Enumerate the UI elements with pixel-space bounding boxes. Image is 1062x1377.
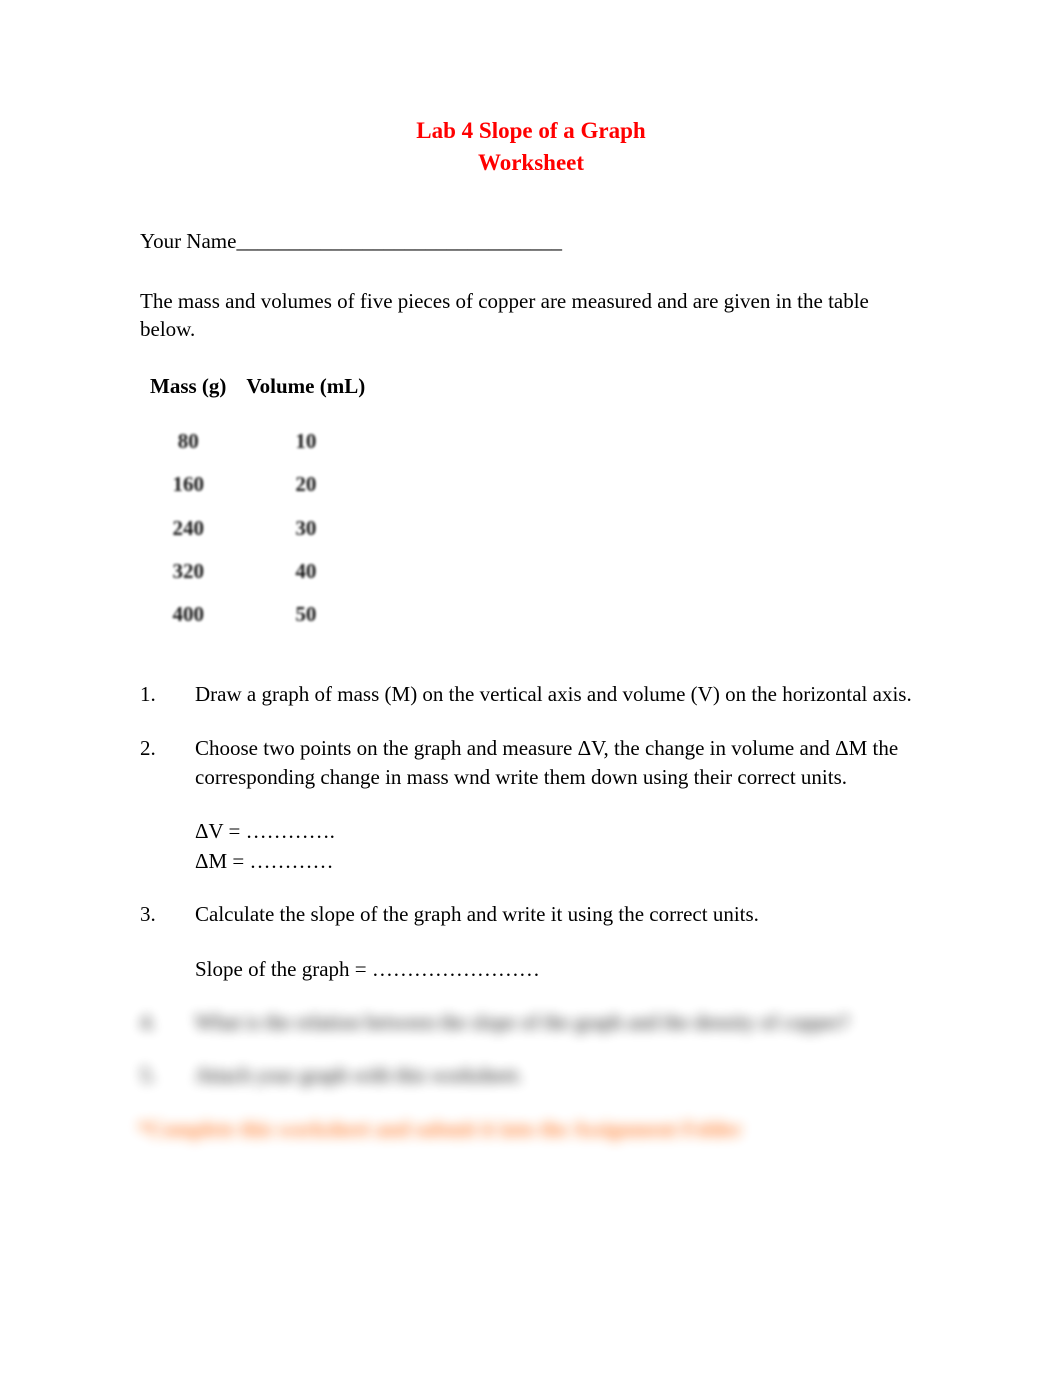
- questions-list: 1. Draw a graph of mass (M) on the verti…: [140, 680, 922, 1144]
- question-text: Calculate the slope of the graph and wri…: [195, 900, 922, 929]
- intro-paragraph: The mass and volumes of five pieces of c…: [140, 287, 922, 344]
- cell-mass: 320: [140, 550, 236, 593]
- header-volume: Volume (mL): [236, 368, 375, 419]
- cell-volume: 20: [236, 463, 375, 506]
- cell-volume: 40: [236, 550, 375, 593]
- table-header-row: Mass (g) Volume (mL): [140, 368, 375, 419]
- title-line-2: Worksheet: [140, 147, 922, 179]
- name-blank[interactable]: _______________________________: [236, 229, 562, 253]
- cell-volume: 50: [236, 593, 375, 636]
- blurred-content: 4. What is the relation between the slop…: [140, 1008, 922, 1144]
- document-title: Lab 4 Slope of a Graph Worksheet: [140, 115, 922, 179]
- question-2: 2. Choose two points on the graph and me…: [140, 734, 922, 877]
- cell-mass: 160: [140, 463, 236, 506]
- question-3: 3. Calculate the slope of the graph and …: [140, 900, 922, 984]
- question-5: 5. Attach your graph with this worksheet…: [140, 1061, 922, 1090]
- question-body: Attach your graph with this worksheet.: [195, 1061, 922, 1090]
- question-number: 5.: [140, 1061, 195, 1090]
- cell-volume: 30: [236, 507, 375, 550]
- question-body: Draw a graph of mass (M) on the vertical…: [195, 680, 922, 709]
- question-1: 1. Draw a graph of mass (M) on the verti…: [140, 680, 922, 709]
- delta-m-line[interactable]: ΔM = …………: [195, 847, 922, 876]
- cell-mass: 240: [140, 507, 236, 550]
- table-row: 320 40: [140, 550, 375, 593]
- question-text: Choose two points on the graph and measu…: [195, 734, 922, 793]
- question-number: 1.: [140, 680, 195, 709]
- table-row: 80 10: [140, 420, 375, 463]
- header-mass: Mass (g): [140, 368, 236, 419]
- table-row: 240 30: [140, 507, 375, 550]
- cell-mass: 400: [140, 593, 236, 636]
- cell-mass: 80: [140, 420, 236, 463]
- question-number: 3.: [140, 900, 195, 984]
- question-number: 4.: [140, 1008, 195, 1037]
- completion-note: *Complete this worksheet and submit it i…: [138, 1115, 922, 1144]
- table-row: 160 20: [140, 463, 375, 506]
- question-body: Choose two points on the graph and measu…: [195, 734, 922, 877]
- data-table: Mass (g) Volume (mL) 80 10 160 20 240 30…: [140, 368, 375, 636]
- name-field-line: Your Name_______________________________: [140, 227, 922, 256]
- question-number: 2.: [140, 734, 195, 877]
- name-label: Your Name: [140, 229, 236, 253]
- question-4: 4. What is the relation between the slop…: [140, 1008, 922, 1037]
- slope-line[interactable]: Slope of the graph = ……………………: [195, 955, 922, 984]
- table-row: 400 50: [140, 593, 375, 636]
- cell-volume: 10: [236, 420, 375, 463]
- title-line-1: Lab 4 Slope of a Graph: [416, 118, 645, 143]
- question-body: What is the relation between the slope o…: [195, 1008, 922, 1037]
- question-body: Calculate the slope of the graph and wri…: [195, 900, 922, 984]
- data-table-wrapper: Mass (g) Volume (mL) 80 10 160 20 240 30…: [140, 368, 375, 636]
- delta-v-line[interactable]: ΔV = ………….: [195, 817, 922, 846]
